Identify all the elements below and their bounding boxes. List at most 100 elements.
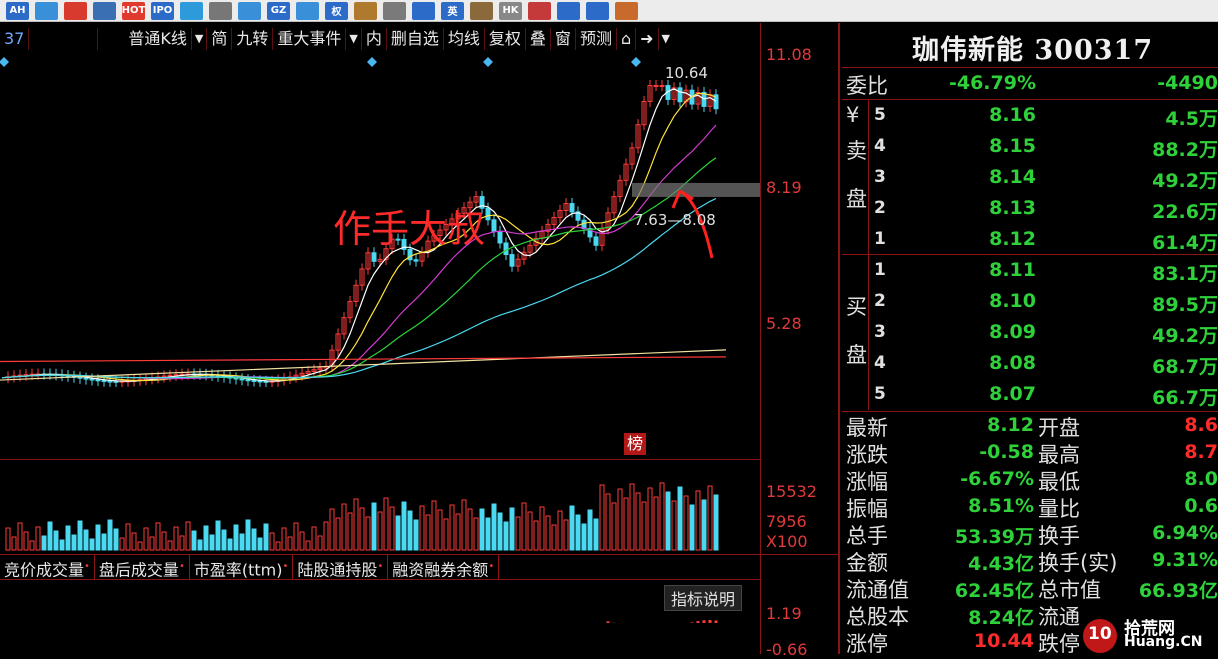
volume-bar [521, 502, 527, 551]
ipo-icon[interactable]: IPO [151, 1, 174, 20]
indicator-tab[interactable]: 陆股通持股• [293, 555, 389, 579]
axis-separator [760, 23, 761, 654]
edit-icon[interactable] [557, 1, 580, 20]
bids-volume: 68.7万 [1152, 356, 1218, 378]
volume-bar [437, 509, 443, 551]
grid-icon[interactable] [586, 1, 609, 20]
box-icon[interactable] [383, 1, 406, 20]
candle-body [257, 380, 263, 383]
building-icon[interactable] [209, 1, 232, 20]
volume-bar [659, 482, 665, 551]
ah-icon[interactable]: AH [6, 1, 29, 20]
volume-bar [425, 514, 431, 551]
hk-icon[interactable]: HK [499, 1, 522, 20]
circle-icon[interactable] [412, 1, 435, 20]
stat-label: 涨幅 [846, 470, 888, 494]
volume-bar [233, 524, 239, 551]
trend-icon[interactable] [238, 1, 261, 20]
volume-bar [509, 507, 515, 551]
quote-stat-row: 流通值 62.45亿 总市值 66.93亿 [842, 574, 1218, 602]
hot-icon[interactable]: HOT [122, 1, 145, 20]
volume-bar [551, 524, 557, 551]
asks-volume: 22.6万 [1152, 201, 1218, 223]
asks-level-row[interactable]: 5 8.16 4.5万 [842, 100, 1218, 131]
globe-icon[interactable] [180, 1, 203, 20]
stat-right-label: 开盘 [1038, 416, 1080, 440]
candle-body [245, 379, 251, 382]
indicator-axis-top: 1.19 [766, 604, 802, 623]
volume-bar [695, 490, 701, 551]
candle-body [167, 374, 173, 377]
indicator-tab[interactable]: 盘后成交量• [95, 555, 190, 579]
bull-icon[interactable] [470, 1, 493, 20]
bids-price: 8.09 [989, 321, 1036, 343]
candle-body [653, 85, 659, 88]
volume-bar [17, 522, 23, 551]
bids-level-row[interactable]: 2 8.10 89.5万 [842, 286, 1218, 317]
bids-level-row[interactable]: 1 8.11 83.1万 [842, 255, 1218, 286]
volume-bar [419, 505, 425, 551]
volume-bar [557, 510, 563, 551]
quan-icon[interactable]: 权 [325, 1, 348, 20]
bids-level-row[interactable]: 5 8.07 66.7万 [842, 379, 1218, 410]
volume-bar [383, 497, 389, 551]
sell-side-label: 卖 [846, 139, 867, 163]
stat-right-label: 流通 [1038, 605, 1080, 629]
volume-bar [197, 539, 203, 551]
bang-badge[interactable]: 榜 [624, 433, 646, 455]
wave-icon[interactable] [296, 1, 319, 20]
ying-icon[interactable]: 英 [441, 1, 464, 20]
indicator-tab[interactable]: 竞价成交量• [0, 555, 95, 579]
volume-bar [59, 539, 65, 551]
volume-bar [113, 528, 119, 551]
book-icon[interactable] [354, 1, 377, 20]
candle-body [263, 380, 269, 383]
volume-bar [257, 537, 263, 551]
volume-bar [647, 487, 653, 551]
stat-right-label: 量比 [1038, 497, 1080, 521]
volume-bar [173, 526, 179, 551]
quote-stat-row: 涨幅 -6.67% 最低 8.0 [842, 466, 1218, 494]
volume-bar [533, 520, 539, 551]
asks-price: 8.14 [989, 166, 1036, 188]
home-icon[interactable] [615, 1, 638, 20]
indicator-tab[interactable]: 市盈率(ttm)• [190, 555, 294, 579]
candle-body [659, 85, 665, 88]
volume-bar [29, 540, 35, 551]
asks-level-row[interactable]: 2 8.13 22.6万 [842, 193, 1218, 224]
stat-label: 流通值 [846, 578, 909, 602]
usflag-icon[interactable] [528, 1, 551, 20]
candlestick-svg[interactable] [0, 23, 760, 623]
stat-right-value: 9.31% [1152, 549, 1218, 571]
volume-bar [83, 529, 89, 551]
candle-body [413, 259, 419, 262]
asks-level-row[interactable]: 3 8.14 49.2万 [842, 162, 1218, 193]
bids-level-row[interactable]: 4 8.08 68.7万 [842, 348, 1218, 379]
sell-pan-label: 盘 [846, 187, 867, 211]
volume-bar [71, 534, 77, 551]
asks-level-row[interactable]: 4 8.15 88.2万 [842, 131, 1218, 162]
stat-value: 4.43亿 [968, 553, 1034, 575]
table-icon[interactable] [93, 1, 116, 20]
bids-level-num: 2 [874, 291, 886, 311]
volume-bar [515, 516, 521, 551]
volume-bar [89, 538, 95, 551]
handwritten-annotation: 作手大叔 [333, 207, 486, 251]
volume-bar [593, 518, 599, 551]
chart-icon[interactable] [35, 1, 58, 20]
swirl-icon[interactable] [64, 1, 87, 20]
volume-bar [95, 524, 101, 551]
bids-price: 8.08 [989, 352, 1036, 374]
quote-stat-row: 涨跌 -0.58 最高 8.7 [842, 439, 1218, 467]
volume-bar [575, 514, 581, 551]
volume-bar [611, 502, 617, 551]
stat-label: 涨跌 [846, 443, 888, 467]
bids-level-row[interactable]: 3 8.09 49.2万 [842, 317, 1218, 348]
stat-right-label: 最低 [1038, 470, 1080, 494]
asks-level-row[interactable]: 1 8.12 61.4万 [842, 224, 1218, 255]
volume-bar [563, 519, 569, 551]
indicator-tab[interactable]: 融资融券余额• [388, 555, 500, 579]
indicator-help-button[interactable]: 指标说明 [664, 585, 743, 611]
stat-label: 金额 [846, 551, 888, 575]
gz-icon[interactable]: GZ [267, 1, 290, 20]
